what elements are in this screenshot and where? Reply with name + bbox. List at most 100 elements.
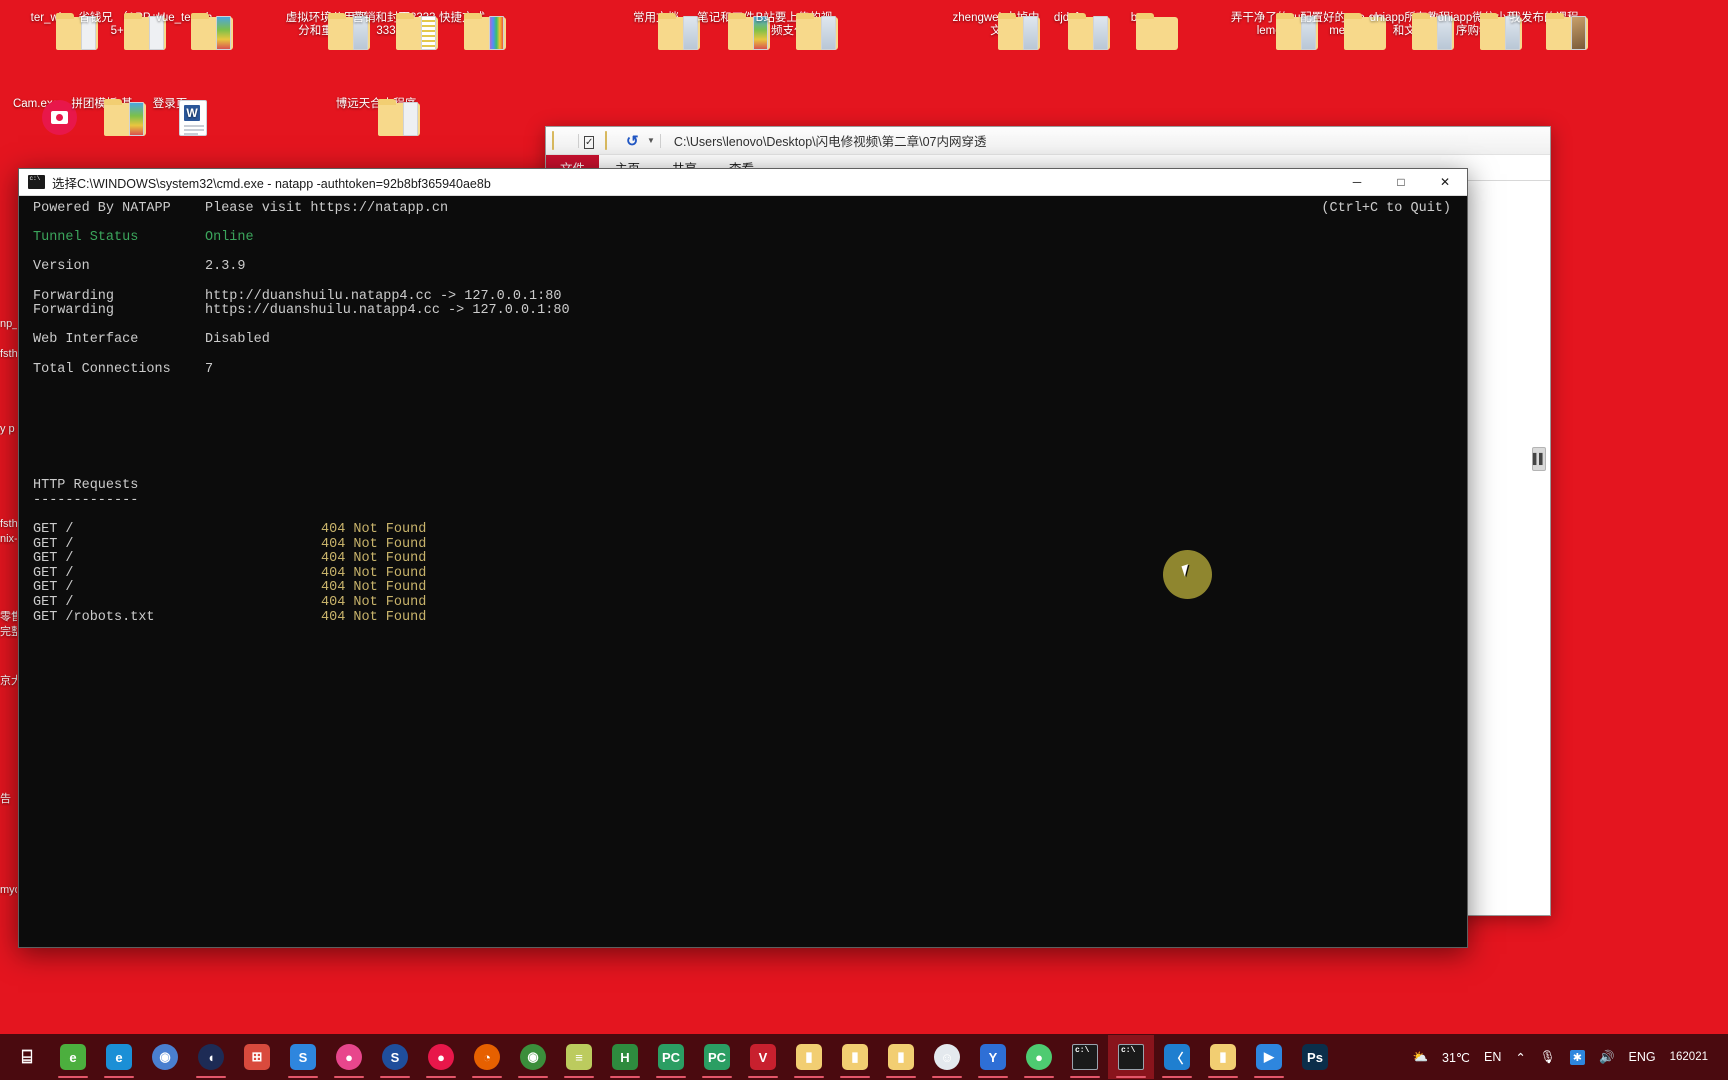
taskbar-item-folder[interactable]: ▮ xyxy=(786,1035,832,1079)
taskbar-item-vscode[interactable]: 〈 xyxy=(1154,1035,1200,1079)
http-request-row: GET / 404 Not Found xyxy=(33,536,1467,553)
desktop-icon-5[interactable]: 快捷方式 xyxy=(418,12,506,50)
request-method: GET / xyxy=(33,580,74,596)
preview-pane-handle[interactable]: ▌▌ xyxy=(1532,447,1546,471)
taskbar-item-text-editor[interactable]: ≡ xyxy=(556,1035,602,1079)
cmd-blank-line xyxy=(33,275,1467,290)
tray-expand-chevron-icon[interactable]: ⌃ xyxy=(1515,1050,1525,1065)
taskbar-item-internet-explorer[interactable]: e xyxy=(96,1035,142,1079)
taskbar-item-quark-browser[interactable]: ◖ xyxy=(188,1035,234,1079)
taskbar-item-app-green-e[interactable]: e xyxy=(50,1035,96,1079)
taskbar-item-cmd-window-active[interactable]: c:\ xyxy=(1108,1035,1154,1079)
taskbar-item-youdao[interactable]: Y xyxy=(970,1035,1016,1079)
cmd-icon xyxy=(28,175,45,189)
request-method: GET / xyxy=(33,522,74,538)
internet-explorer-icon: e xyxy=(106,1044,132,1070)
taskbar-item-folder-4[interactable]: ▮ xyxy=(1200,1035,1246,1079)
language-indicator[interactable]: ENG xyxy=(1629,1050,1656,1064)
maximize-button[interactable]: □ xyxy=(1379,169,1423,195)
cmd-console-output[interactable]: (Ctrl+C to Quit) Powered By NATAPP Please… xyxy=(19,196,1467,947)
http-requests-list: GET /404 Not Found GET /404 Not Found GET … xyxy=(33,522,1467,625)
desktop-partial-label: 京大 xyxy=(0,675,17,687)
minimize-button[interactable]: ─ xyxy=(1335,169,1379,195)
cmd-window-active-icon: c:\ xyxy=(1118,1044,1144,1070)
bluetooth-icon[interactable]: ✱ xyxy=(1569,1049,1585,1065)
http-request-row: GET / 404 Not Found xyxy=(33,522,1467,538)
taskbar-item-sogou-browser[interactable]: S xyxy=(372,1035,418,1079)
desktop-icon-r2-3[interactable]: 博远天合小程序 xyxy=(332,98,420,136)
taskbar-item-folder-3[interactable]: ▮ xyxy=(878,1035,924,1079)
desktop-partial-label: 告 xyxy=(0,793,11,805)
taskbar-item-wechat[interactable]: ● xyxy=(1016,1035,1062,1079)
http-request-row: GET / 404 Not Found xyxy=(33,566,1467,582)
cmd-status-row: Web Interface Disabled xyxy=(33,333,1467,348)
taskbar-item-task-view[interactable]: ⌸ xyxy=(4,1035,50,1079)
natapp-status-block: Powered By NATAPP Please visit https://na… xyxy=(33,201,1467,377)
chrome-icon: ◉ xyxy=(520,1044,546,1070)
command-prompt-window[interactable]: 选择C:\WINDOWS\system32\cmd.exe - natapp -… xyxy=(18,168,1468,948)
taskbar-item-qq[interactable]: ☺ xyxy=(924,1035,970,1079)
cmd-status-row: Forwarding https://duanshuilu.natapp4.cc … xyxy=(33,304,1467,319)
desktop-icon-r2-2[interactable]: W 登录页 xyxy=(126,98,214,136)
ime-indicator[interactable]: EN xyxy=(1484,1050,1501,1064)
divider xyxy=(578,133,579,148)
taskbar-item-folder-2[interactable]: ▮ xyxy=(832,1035,878,1079)
desktop-partial-label: y p xyxy=(0,423,15,435)
desktop-icon-8[interactable]: B站要上传的视频支付等 xyxy=(750,12,838,50)
request-method: GET / xyxy=(33,595,74,611)
quick-access-folder-icon[interactable] xyxy=(552,130,570,150)
taskbar-item-hbuilder[interactable]: H xyxy=(602,1035,648,1079)
taskbar-item-photoshop[interactable]: Ps xyxy=(1292,1035,1338,1079)
cmd-row-value: Please visit https://natapp.cn xyxy=(205,201,449,216)
taskbar-item-shadowsocks[interactable]: S xyxy=(280,1035,326,1079)
taskbar-item-vmware[interactable]: V xyxy=(740,1035,786,1079)
divider-2 xyxy=(659,133,661,148)
cmd-blank-line xyxy=(33,319,1467,334)
clock[interactable]: 16 2021 xyxy=(1670,1051,1708,1064)
desktop-partial-label: nix- xyxy=(0,533,17,545)
youdao-icon: Y xyxy=(980,1044,1006,1070)
taskbar-item-camera-app[interactable]: ● xyxy=(418,1035,464,1079)
taskbar-item-firefox[interactable]: ◔ xyxy=(464,1035,510,1079)
weather-temperature[interactable]: 31℃ xyxy=(1442,1050,1470,1065)
taskbar-item-chrome[interactable]: ◉ xyxy=(510,1035,556,1079)
cmd-status-row: Version 2.3.9 xyxy=(33,260,1467,275)
qq-icon: ☺ xyxy=(934,1044,960,1070)
chevron-down-icon[interactable]: ▼ xyxy=(647,136,655,145)
taskbar-item-windows-store[interactable]: ⊞ xyxy=(234,1035,280,1079)
desktop-partial-label: fsth xyxy=(0,518,17,530)
clock-date: 2021 xyxy=(1682,1050,1708,1063)
clock-time: 16 xyxy=(1669,1050,1683,1063)
quick-access-properties-icon[interactable]: ✓ xyxy=(584,132,602,150)
taskbar-item-media-player[interactable]: ▶ xyxy=(1246,1035,1292,1079)
address-bar-path[interactable]: C:\Users\lenovo\Desktop\闪电修视频\第二章\07内网穿透 xyxy=(674,131,987,150)
cmd-row-value: http://duanshuilu.natapp4.cc -> 127.0.0.… xyxy=(205,288,562,304)
http-requests-rule: ------------- xyxy=(33,492,139,508)
cmd-row-key: Powered By NATAPP xyxy=(33,201,171,216)
request-status: 404 Not Found xyxy=(321,536,427,552)
http-requests-heading: HTTP Requests xyxy=(33,478,139,494)
cmd-row-key: Forwarding xyxy=(33,303,115,319)
taskbar-item-pycharm[interactable]: PC xyxy=(648,1035,694,1079)
cmd-status-row: Tunnel Status Online xyxy=(33,231,1467,246)
cmd-row-value: Online xyxy=(205,230,254,246)
window-controls: ─ □ ✕ xyxy=(1335,169,1467,195)
taskbar-item-chrome-canary[interactable]: ● xyxy=(326,1035,372,1079)
taskbar-item-cmd-window[interactable]: c:\ xyxy=(1062,1035,1108,1079)
taskbar-item-browser-blue[interactable]: ◉ xyxy=(142,1035,188,1079)
quick-access-new-folder-icon[interactable] xyxy=(605,130,623,150)
taskbar-item-pycharm-2[interactable]: PC xyxy=(694,1035,740,1079)
desktop-icon-11[interactable]: b xyxy=(1090,12,1178,50)
weather-icon[interactable]: ⛅ xyxy=(1412,1050,1428,1065)
speaker-icon[interactable]: 🔊 xyxy=(1599,1050,1615,1065)
desktop: ter_win... 省钱兄 （APP+H5+... vue_test_h... 虚拟… xyxy=(0,0,1728,1080)
cmd-row-key: Tunnel Status xyxy=(33,230,139,246)
desktop-icon-16[interactable]: 我发布的课程 xyxy=(1500,12,1588,50)
microphone-icon[interactable]: 🎙 xyxy=(1540,1050,1556,1065)
close-button[interactable]: ✕ xyxy=(1423,169,1467,195)
task-view-icon: ⌸ xyxy=(21,1046,33,1067)
desktop-icon-2[interactable]: vue_test_h... xyxy=(145,12,233,50)
explorer-title-bar: ✓ ↺ ▼ C:\Users\lenovo\Desktop\闪电修视频\第二章\… xyxy=(546,127,1550,155)
cmd-row-value: https://duanshuilu.natapp4.cc -> 127.0.0… xyxy=(205,303,570,319)
quick-access-undo-icon[interactable]: ↺ xyxy=(626,132,644,150)
